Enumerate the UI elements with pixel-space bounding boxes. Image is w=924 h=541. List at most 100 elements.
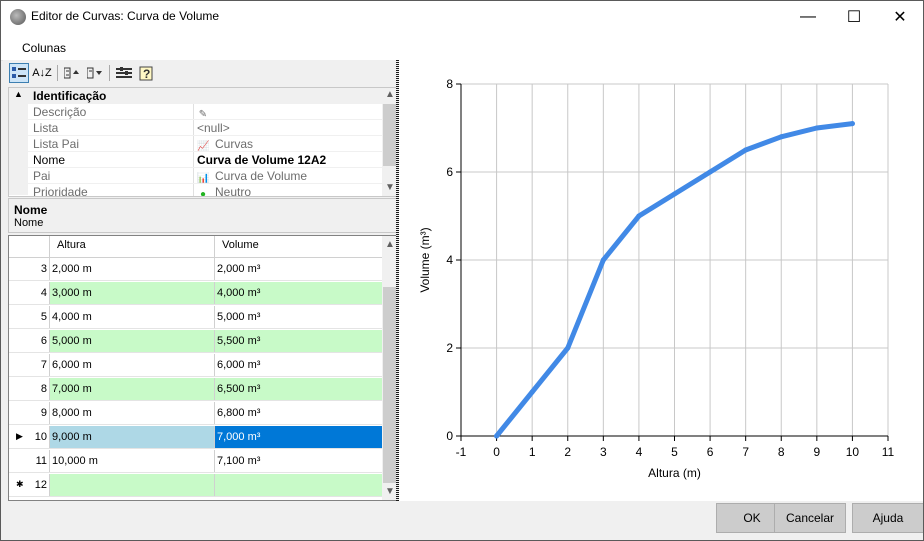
row-header[interactable]: ▶ 10 bbox=[9, 426, 50, 448]
scroll-up-icon[interactable]: ▲ bbox=[385, 89, 395, 100]
cell-volume[interactable] bbox=[215, 474, 382, 496]
help-button[interactable]: Ajuda bbox=[852, 503, 923, 533]
cell-altura[interactable]: 2,000 m bbox=[50, 258, 215, 280]
cancel-button[interactable]: Cancelar bbox=[774, 503, 846, 533]
scroll-down-icon[interactable]: ▼ bbox=[385, 486, 395, 497]
cell-altura[interactable]: 7,000 m bbox=[50, 378, 215, 400]
cell-altura[interactable]: 8,000 m bbox=[50, 402, 215, 424]
property-row[interactable]: Lista Pai 📈 Curvas bbox=[9, 135, 382, 152]
property-value[interactable]: ● Neutro bbox=[197, 185, 251, 196]
cell-value: 7,100 m³ bbox=[217, 455, 261, 467]
row-index: 7 bbox=[40, 359, 47, 371]
collapse-icon[interactable] bbox=[85, 63, 105, 83]
table-row[interactable]: ▶ 10 9,000 m 7,000 m³ bbox=[9, 426, 382, 449]
property-value-text: Curvas bbox=[215, 137, 254, 151]
table-row[interactable]: 8 7,000 m 6,500 m³ bbox=[9, 378, 382, 401]
property-row[interactable]: Pai 📊 Curva de Volume bbox=[9, 167, 382, 184]
cell-value: 10,000 m bbox=[52, 455, 98, 467]
data-point bbox=[814, 125, 820, 131]
table-row[interactable]: 9 8,000 m 6,800 m³ bbox=[9, 402, 382, 425]
row-header[interactable]: ✱ 12 bbox=[9, 474, 50, 496]
table-row[interactable]: 3 2,000 m 2,000 m³ bbox=[9, 258, 382, 281]
data-point bbox=[529, 389, 535, 395]
property-value[interactable]: Curva de Volume 12A2 bbox=[197, 153, 326, 167]
row-header[interactable]: 9 bbox=[9, 402, 50, 424]
cell-volume[interactable]: 5,500 m³ bbox=[215, 330, 382, 352]
table-row[interactable]: 5 4,000 m 5,000 m³ bbox=[9, 306, 382, 329]
cell-value: 6,500 m³ bbox=[217, 383, 261, 395]
row-index: 8 bbox=[40, 383, 47, 395]
property-row[interactable]: Prioridade ● Neutro bbox=[9, 183, 382, 196]
minimize-button[interactable]: — bbox=[785, 1, 831, 32]
column-divider bbox=[193, 104, 194, 120]
menu-colunas[interactable]: Colunas bbox=[22, 41, 66, 55]
cell-value: 9,000 m bbox=[52, 431, 92, 443]
scroll-thumb[interactable] bbox=[383, 287, 397, 483]
cell-altura[interactable]: 6,000 m bbox=[50, 354, 215, 376]
scroll-thumb[interactable] bbox=[383, 104, 397, 166]
table-row[interactable]: 6 5,000 m 5,500 m³ bbox=[9, 330, 382, 353]
cell-altura[interactable]: 3,000 m bbox=[50, 282, 215, 304]
row-header[interactable]: 6 bbox=[9, 330, 50, 352]
row-header[interactable]: 8 bbox=[9, 378, 50, 400]
table-row[interactable]: 7 6,000 m 6,000 m³ bbox=[9, 354, 382, 377]
row-header[interactable]: 7 bbox=[9, 354, 50, 376]
property-value[interactable]: 📈 Curvas bbox=[197, 137, 253, 152]
cell-value: 5,500 m³ bbox=[217, 335, 261, 347]
property-row[interactable]: Lista <null> bbox=[9, 119, 382, 136]
x-axis-label: Altura (m) bbox=[648, 466, 701, 480]
row-header[interactable]: 3 bbox=[9, 258, 50, 280]
grid-header: Altura Volume bbox=[9, 236, 382, 258]
row-header[interactable]: 5 bbox=[9, 306, 50, 328]
row-header[interactable]: 4 bbox=[9, 282, 50, 304]
row-index: 10 bbox=[34, 431, 47, 443]
cell-volume[interactable]: 7,000 m³ bbox=[215, 426, 382, 448]
cell-volume[interactable]: 5,000 m³ bbox=[215, 306, 382, 328]
maximize-button[interactable]: ☐ bbox=[831, 1, 877, 32]
cell-altura[interactable]: 5,000 m bbox=[50, 330, 215, 352]
cell-volume[interactable]: 7,100 m³ bbox=[215, 450, 382, 472]
data-point bbox=[494, 433, 500, 439]
help-icon[interactable]: ? bbox=[137, 63, 157, 83]
property-pages-icon[interactable] bbox=[114, 63, 134, 83]
column-header-volume[interactable]: Volume bbox=[222, 239, 259, 251]
cell-volume[interactable]: 4,000 m³ bbox=[215, 282, 382, 304]
cell-value: 4,000 m bbox=[52, 311, 92, 323]
cell-altura[interactable] bbox=[50, 474, 215, 496]
scroll-up-icon[interactable]: ▲ bbox=[385, 239, 395, 250]
property-value[interactable]: ✎ bbox=[197, 105, 215, 120]
property-value[interactable]: 📊 Curva de Volume bbox=[197, 169, 307, 184]
property-value[interactable]: <null> bbox=[197, 121, 230, 135]
cell-value: 2,000 m³ bbox=[217, 263, 261, 275]
menu-bar: Colunas bbox=[1, 32, 923, 61]
cell-altura[interactable]: 9,000 m bbox=[50, 426, 215, 448]
cell-volume[interactable]: 6,800 m³ bbox=[215, 402, 382, 424]
categorized-icon[interactable] bbox=[9, 63, 29, 83]
property-row[interactable]: Descrição ✎ bbox=[9, 103, 382, 120]
cell-volume[interactable]: 6,000 m³ bbox=[215, 354, 382, 376]
x-tick-label: 7 bbox=[742, 445, 749, 459]
cell-altura[interactable]: 4,000 m bbox=[50, 306, 215, 328]
y-tick-label: 4 bbox=[446, 253, 453, 267]
cell-volume[interactable]: 2,000 m³ bbox=[215, 258, 382, 280]
category-header[interactable]: ▲ Identificação bbox=[9, 88, 382, 103]
x-tick-label: 11 bbox=[882, 445, 895, 459]
property-toolbar: A↓Z ? bbox=[7, 62, 395, 84]
column-header-altura[interactable]: Altura bbox=[57, 239, 86, 251]
cell-value: 3,000 m bbox=[52, 287, 92, 299]
scroll-down-icon[interactable]: ▼ bbox=[385, 182, 395, 193]
cell-value: 6,000 m bbox=[52, 359, 92, 371]
close-button[interactable]: ✕ bbox=[877, 1, 923, 32]
table-row[interactable]: 4 3,000 m 4,000 m³ bbox=[9, 282, 382, 305]
alphabetical-sort-icon[interactable]: A↓Z bbox=[32, 63, 52, 83]
table-row[interactable]: ✱ 12 bbox=[9, 474, 382, 497]
row-header[interactable]: 11 bbox=[9, 450, 50, 472]
cell-volume[interactable]: 6,500 m³ bbox=[215, 378, 382, 400]
table-row[interactable]: 11 10,000 m 7,100 m³ bbox=[9, 450, 382, 473]
column-divider bbox=[214, 236, 215, 257]
property-row[interactable]: Nome Curva de Volume 12A2 bbox=[9, 151, 382, 168]
expand-icon[interactable] bbox=[62, 63, 82, 83]
collapse-icon[interactable]: ▲ bbox=[14, 89, 23, 99]
cell-altura[interactable]: 10,000 m bbox=[50, 450, 215, 472]
cell-value: 7,000 m³ bbox=[217, 431, 261, 443]
